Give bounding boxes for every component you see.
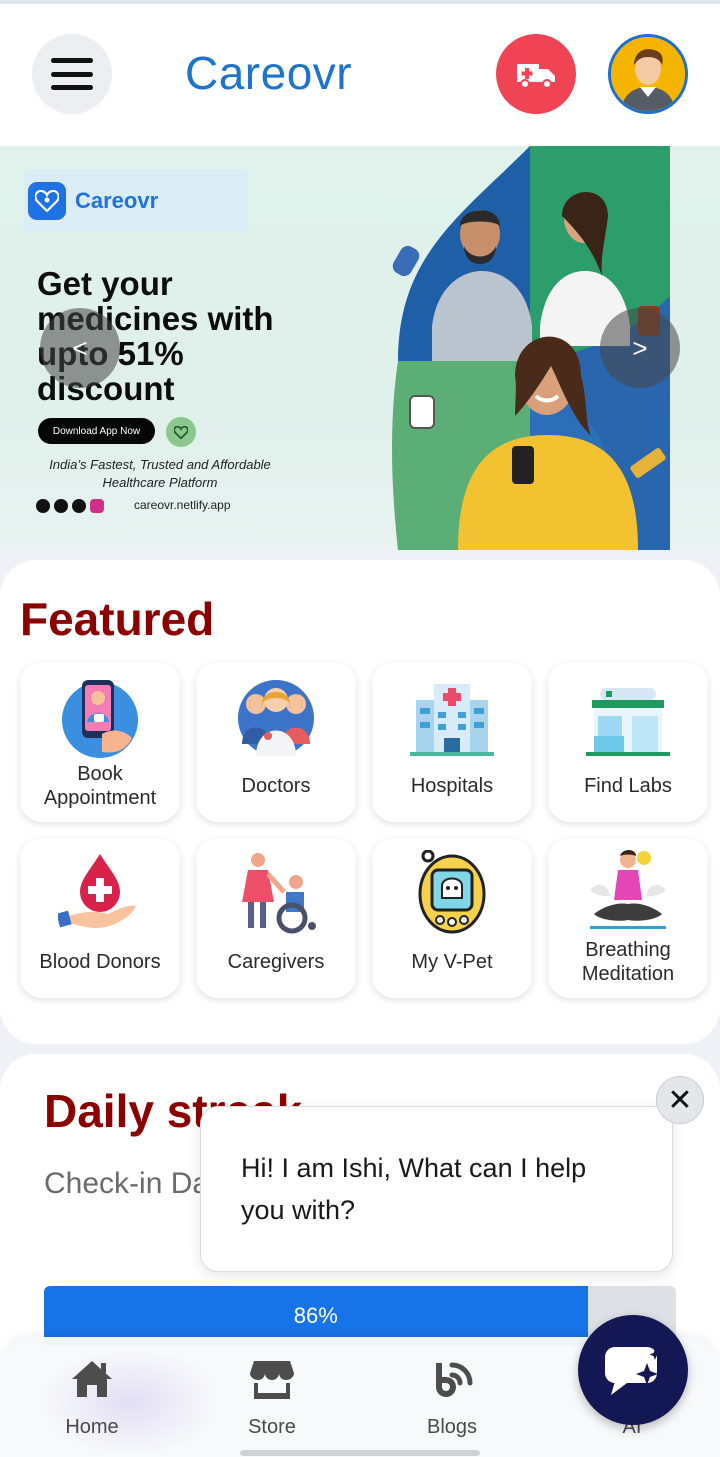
featured-item-breathing-meditation[interactable]: Breathing Meditation [548, 838, 708, 998]
blog-feed-icon [436, 1362, 473, 1397]
featured-item-label: Blood Donors [39, 951, 161, 973]
nav-label: Blogs [426, 1416, 478, 1438]
nav-item-blogs[interactable]: Blogs [392, 1355, 512, 1439]
heart-logo-icon [28, 182, 66, 220]
banner-url: careovr.netlify.app [134, 498, 231, 512]
x-icon [54, 499, 68, 513]
facebook-icon [36, 499, 50, 513]
featured-item-label: Caregivers [227, 951, 325, 973]
promo-banner[interactable]: Careovr Get your medicines with upto 51%… [0, 146, 720, 550]
hospital-building-icon [410, 684, 494, 756]
ambulance-button[interactable] [496, 34, 576, 114]
app-header: Careovr [0, 4, 720, 146]
featured-item-label: My V-Pet [411, 951, 493, 973]
app-title: Careovr [185, 47, 353, 99]
social-icons [36, 499, 104, 513]
home-icon [72, 1361, 112, 1397]
carousel-next-button[interactable]: > [600, 308, 680, 388]
blood-drop-hand-icon [58, 854, 136, 928]
home-indicator [240, 1450, 480, 1456]
heart-badge-icon [166, 417, 196, 447]
menu-button[interactable] [32, 34, 112, 114]
featured-item-label: Book Appointment [43, 763, 157, 809]
close-icon: ✕ [667, 1083, 693, 1117]
phone-doctor-icon [62, 680, 138, 758]
featured-item-book-appointment[interactable]: Book Appointment [20, 662, 180, 822]
chat-greeting-text: Hi! I am Ishi, What can I help you with? [241, 1153, 587, 1225]
featured-item-label: Breathing Meditation [581, 939, 675, 985]
featured-item-blood-donors[interactable]: Blood Donors [20, 838, 180, 998]
featured-item-label: Hospitals [410, 775, 494, 797]
caregiver-wheelchair-icon [242, 853, 316, 934]
featured-item-caregivers[interactable]: Caregivers [196, 838, 356, 998]
featured-item-label: Doctors [241, 775, 311, 797]
featured-item-hospitals[interactable]: Hospitals [372, 662, 532, 822]
chat-bot-icon [605, 1347, 661, 1395]
profile-avatar[interactable] [608, 34, 688, 114]
chat-assistant-button[interactable] [578, 1315, 688, 1425]
featured-item-label: Find Labs [584, 775, 672, 797]
featured-item-doctors[interactable]: Doctors [196, 662, 356, 822]
nav-label: Store [248, 1416, 296, 1438]
nav-label: Home [65, 1416, 119, 1438]
instagram-icon [90, 499, 104, 513]
featured-section: Featured Book Appointment Doctors Hospit… [0, 560, 720, 1044]
doctors-group-icon [238, 680, 314, 756]
featured-title: Featured [20, 593, 215, 645]
ambulance-icon [517, 64, 555, 89]
featured-item-find-labs[interactable]: Find Labs [548, 662, 708, 822]
banner-logo-text: Careovr [75, 188, 159, 213]
user-avatar-icon [611, 37, 685, 111]
nav-item-home[interactable]: Home [32, 1355, 152, 1439]
chat-greeting-bubble[interactable]: Hi! I am Ishi, What can I help you with? [200, 1106, 673, 1272]
download-app-button[interactable]: Download App Now [38, 418, 155, 444]
banner-tagline: India’s Fastest, Trusted and Affordable … [49, 457, 271, 490]
meditation-icon [590, 850, 666, 929]
featured-item-my-v-pet[interactable]: My V-Pet [372, 838, 532, 998]
streak-progress-label: 86% [293, 1303, 338, 1328]
carousel-prev-button[interactable]: < [40, 308, 120, 388]
youtube-icon [72, 499, 86, 513]
virtual-pet-icon [418, 850, 486, 934]
store-icon [250, 1361, 294, 1399]
banner-logo: Careovr [24, 170, 248, 232]
hamburger-icon [51, 58, 93, 90]
chat-close-button[interactable]: ✕ [656, 1076, 704, 1124]
nav-item-store[interactable]: Store [212, 1355, 332, 1439]
lab-building-icon [586, 688, 670, 756]
